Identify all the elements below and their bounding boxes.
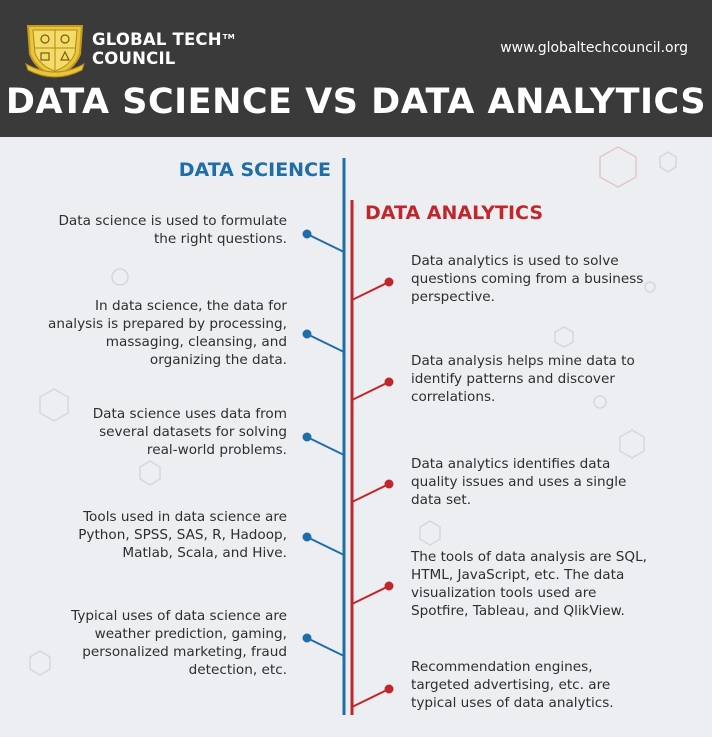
data-analytics-item-1: Data analytics is used to solve questions… — [411, 252, 643, 306]
item-text-line: massaging, cleansing, and — [105, 334, 287, 350]
connector-line — [306, 333, 345, 353]
data-science-item-1: Data science is used to formulate the rig… — [58, 212, 287, 248]
data-analytics-item-3: Data analytics identifies data quality is… — [411, 455, 626, 509]
connector-line — [351, 688, 390, 708]
connector-line — [306, 536, 345, 556]
item-text-line: In data science, the data for — [95, 298, 287, 314]
connector-dot — [302, 532, 312, 542]
item-text-line: analysis is prepared by processing, — [48, 316, 287, 332]
data-analytics-item-2: Data analysis helps mine data to identify… — [411, 352, 635, 406]
item-text-line: several datasets for solving — [99, 424, 287, 440]
connector-dot — [302, 229, 312, 239]
item-text-line: Data analysis helps mine data to — [411, 353, 635, 369]
item-text-line: personalized marketing, fraud — [82, 644, 287, 660]
data-science-item-2: In data science, the data for analysis is… — [48, 297, 287, 369]
item-text-line: Python, SPSS, SAS, R, Hadoop, — [78, 527, 287, 543]
item-text-line: correlations. — [411, 389, 496, 405]
item-text-line: quality issues and uses a single — [411, 474, 627, 490]
item-text-line: Data analytics is used to solve — [411, 253, 619, 269]
connector-dot — [384, 684, 394, 694]
data-science-item-4: Tools used in data science are Python, SP… — [78, 508, 287, 562]
item-text-line: Typical uses of data science are — [71, 608, 287, 624]
connector-dot — [302, 329, 312, 339]
item-text-line: Data science is used to formulate — [58, 213, 287, 229]
connector-dot — [384, 277, 394, 287]
connector-line — [351, 381, 390, 401]
item-text-line: typical uses of data analytics. — [411, 695, 614, 711]
connector-dot — [384, 581, 394, 591]
connector-line — [351, 483, 390, 503]
item-text-line: real-world problems. — [146, 442, 287, 458]
connector-line — [306, 436, 345, 456]
item-text-line: identify patterns and discover — [411, 371, 615, 387]
item-text-line: Recommendation engines, — [411, 659, 593, 675]
connector-dot — [384, 479, 394, 489]
item-text-line: visualization tools used are — [411, 585, 597, 601]
item-text-line: questions coming from a business — [411, 271, 644, 287]
item-text-line: Matlab, Scala, and Hive. — [122, 545, 287, 561]
connector-line — [306, 233, 345, 253]
connector-dot — [302, 432, 312, 442]
data-science-item-5: Typical uses of data science are weather … — [71, 607, 287, 679]
item-text-line: Data analytics identifies data — [411, 456, 611, 472]
item-text-line: data set. — [411, 492, 472, 508]
item-text-line: targeted advertising, etc. are — [411, 677, 611, 693]
item-text-line: organizing the data. — [149, 352, 287, 368]
connector-dot — [302, 633, 312, 643]
item-text-line: weather prediction, gaming, — [94, 626, 287, 642]
connector-line — [351, 281, 390, 301]
data-science-item-3: Data science uses data from several datas… — [93, 405, 287, 459]
connector-line — [306, 637, 345, 657]
item-text-line: detection, etc. — [188, 662, 287, 678]
item-text-line: perspective. — [411, 289, 495, 305]
connector-line — [351, 585, 390, 605]
data-analytics-item-5: Recommendation engines, targeted advertis… — [411, 658, 614, 712]
data-analytics-item-4: The tools of data analysis are SQL, HTML,… — [411, 548, 647, 620]
connector-dot — [384, 377, 394, 387]
item-text-line: The tools of data analysis are SQL, — [411, 549, 647, 565]
item-text-line: the right questions. — [153, 231, 287, 247]
item-text-line: Data science uses data from — [92, 406, 287, 422]
item-text-line: Spotfire, Tableau, and QlikView. — [411, 603, 625, 619]
item-text-line: HTML, JavaScript, etc. The data — [411, 567, 625, 583]
item-text-line: Tools used in data science are — [83, 509, 287, 525]
